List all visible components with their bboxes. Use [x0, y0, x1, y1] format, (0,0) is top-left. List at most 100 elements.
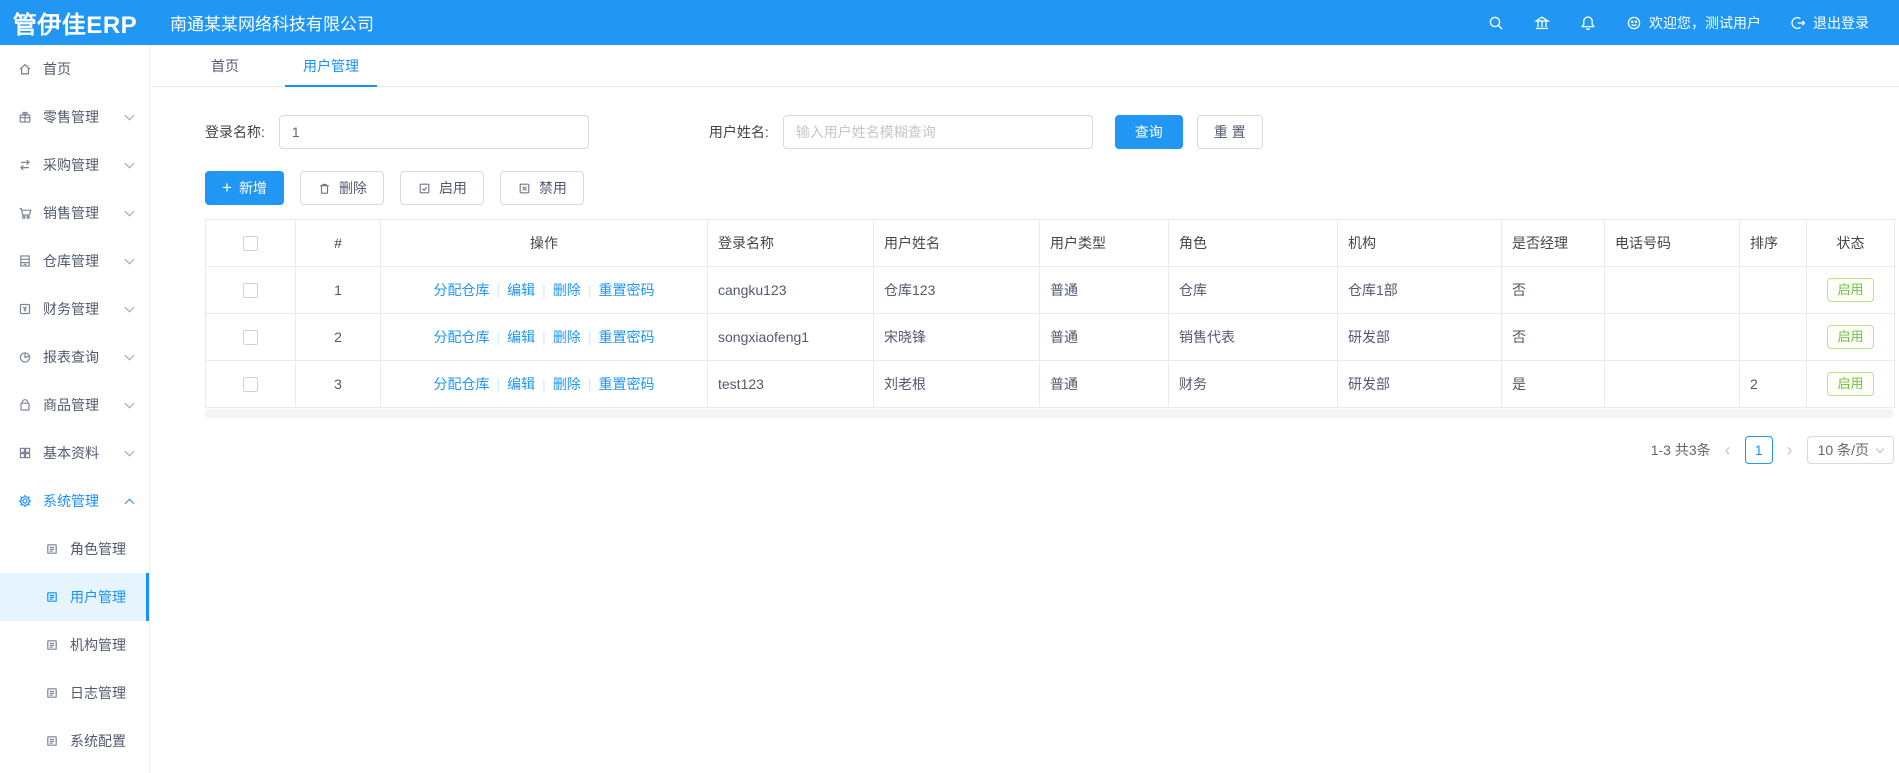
home-icon	[19, 63, 31, 75]
op-link[interactable]: 编辑	[507, 282, 535, 298]
cell-name: 刘老根	[873, 360, 1040, 408]
row-checkbox[interactable]	[243, 330, 258, 346]
row-checkbox[interactable]	[243, 283, 258, 299]
cell-login: songxiaofeng1	[707, 313, 874, 361]
op-link[interactable]: 重置密码	[598, 329, 654, 345]
row-ops: 分配仓库 | 编辑 | 删除 | 重置密码	[380, 313, 708, 361]
search-button[interactable]: 查询	[1114, 115, 1183, 149]
row-ops: 分配仓库 | 编辑 | 删除 | 重置密码	[380, 266, 708, 314]
col-phone: 电话号码	[1604, 219, 1740, 267]
status-badge: 启用	[1827, 278, 1874, 302]
pagination-total: 1-3 共3条	[1650, 442, 1711, 458]
disable-button[interactable]: 禁用	[499, 171, 584, 205]
bank-icon[interactable]	[1533, 14, 1551, 32]
op-link[interactable]: 编辑	[507, 376, 535, 392]
sidebar-item-organizations[interactable]: 机构管理	[0, 621, 149, 669]
next-page-button[interactable]: ›	[1783, 441, 1797, 459]
cell-login: test123	[707, 360, 874, 408]
row-index: 2	[295, 313, 381, 361]
cell-manager: 是	[1501, 360, 1605, 408]
cell-role: 仓库	[1168, 266, 1338, 314]
sidebar-item-logs[interactable]: 日志管理	[0, 669, 149, 717]
sidebar-item-retail[interactable]: 零售管理	[0, 93, 149, 141]
select-all-checkbox[interactable]	[243, 236, 258, 252]
bag-icon	[20, 399, 30, 411]
sidebar-item-warehouse[interactable]: 仓库管理	[0, 237, 149, 285]
cell-type: 普通	[1039, 313, 1169, 361]
sidebar-item-purchase[interactable]: 采购管理	[0, 141, 149, 189]
sidebar-item-basic-data[interactable]: 基本资料	[0, 429, 149, 477]
chevron-up-icon	[124, 498, 135, 508]
op-link[interactable]: 删除	[553, 282, 581, 298]
gear-icon	[18, 494, 32, 508]
reset-button[interactable]: 重 置	[1196, 115, 1263, 149]
op-link[interactable]: 重置密码	[598, 376, 654, 392]
logout-icon	[1791, 16, 1806, 29]
tab-user-management[interactable]: 用户管理	[285, 45, 377, 87]
op-link[interactable]: 删除	[553, 329, 581, 345]
sidebar-item-goods[interactable]: 商品管理	[0, 381, 149, 429]
sidebar-item-finance[interactable]: 财务管理	[0, 285, 149, 333]
status-badge: 启用	[1827, 372, 1874, 396]
op-link[interactable]: 重置密码	[598, 282, 654, 298]
sidebar-item-reports[interactable]: 报表查询	[0, 333, 149, 381]
op-link[interactable]: 删除	[553, 376, 581, 392]
cell-org: 研发部	[1337, 313, 1502, 361]
logout-text: 退出登录	[1813, 14, 1869, 31]
enable-button[interactable]: 启用	[399, 171, 484, 205]
col-user-name: 用户姓名	[873, 219, 1040, 267]
cell-sort	[1739, 266, 1807, 314]
search-icon[interactable]	[1487, 14, 1505, 32]
cell-role: 财务	[1168, 360, 1338, 408]
tab-bar: 首页 用户管理	[151, 45, 1899, 87]
app-logo: 管伊佳ERP	[12, 12, 138, 39]
bell-icon[interactable]	[1579, 14, 1597, 32]
prev-page-button[interactable]: ‹	[1721, 441, 1735, 459]
op-link[interactable]: 分配仓库	[434, 282, 490, 298]
app-header: 管伊佳ERP 南通某某网络科技有限公司 欢迎您，测试用户 退出登录	[0, 0, 1899, 45]
cell-phone	[1604, 266, 1740, 314]
chevron-down-icon	[124, 350, 135, 361]
company-name: 南通某某网络科技有限公司	[170, 15, 374, 34]
sidebar-item-roles[interactable]: 角色管理	[0, 525, 149, 573]
col-sort: 排序	[1739, 219, 1807, 267]
delete-button[interactable]: 删除	[299, 171, 384, 205]
op-link[interactable]: 分配仓库	[434, 329, 490, 345]
cell-login: cangku123	[707, 266, 874, 314]
sidebar-item-home[interactable]: 首页	[0, 45, 149, 93]
trash-icon	[320, 183, 329, 194]
cell-phone	[1604, 360, 1740, 408]
col-index: #	[295, 219, 381, 267]
add-button[interactable]: + 新增	[205, 171, 284, 205]
tab-home[interactable]: 首页	[205, 45, 245, 86]
horizontal-scrollbar[interactable]	[205, 409, 1894, 418]
sidebar-item-system-config[interactable]: 系统配置	[0, 717, 149, 765]
logout-button[interactable]: 退出登录	[1789, 13, 1869, 33]
login-name-input[interactable]	[278, 115, 589, 149]
cell-type: 普通	[1039, 360, 1169, 408]
pagination: 1-3 共3条 ‹ 1 › 10 条/页	[205, 436, 1894, 464]
cart-icon	[19, 207, 32, 219]
sidebar-item-users[interactable]: 用户管理	[0, 573, 149, 621]
cell-sort: 2	[1739, 360, 1807, 408]
form-icon	[47, 544, 57, 554]
smile-icon	[1627, 16, 1641, 29]
op-link[interactable]: 分配仓库	[434, 376, 490, 392]
col-user-type: 用户类型	[1039, 219, 1169, 267]
col-status: 状态	[1806, 219, 1895, 267]
pie-chart-icon	[19, 352, 31, 363]
login-name-label: 登录名称:	[205, 124, 265, 140]
page-number-button[interactable]: 1	[1744, 436, 1773, 464]
sidebar-item-sales[interactable]: 销售管理	[0, 189, 149, 237]
col-organization: 机构	[1337, 219, 1502, 267]
sidebar: 首页 零售管理 采购管理 销售管理 仓库管理 财务管理 报表查询 商品管理 基本…	[0, 45, 150, 773]
cell-name: 仓库123	[873, 266, 1040, 314]
op-link[interactable]: 编辑	[507, 329, 535, 345]
cell-manager: 否	[1501, 266, 1605, 314]
sidebar-item-system[interactable]: 系统管理	[0, 477, 149, 525]
user-table: # 操作 登录名称 用户姓名 用户类型 角色 机构 是否经理 电话号码 排序 状…	[205, 219, 1895, 418]
row-checkbox[interactable]	[243, 377, 258, 393]
user-name-input[interactable]	[782, 115, 1093, 149]
page-size-select[interactable]: 10 条/页	[1806, 436, 1894, 464]
welcome-user: 欢迎您，测试用户	[1625, 13, 1761, 33]
